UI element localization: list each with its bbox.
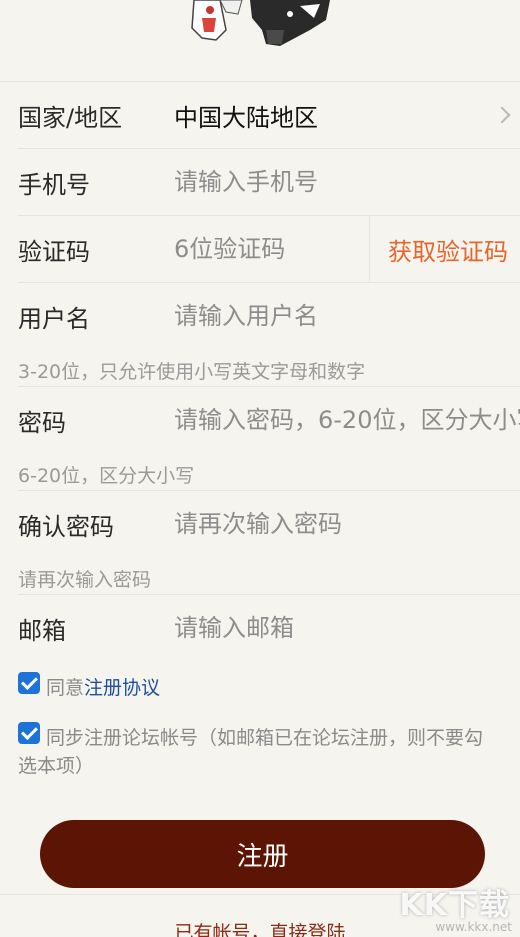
- username-label: 用户名: [18, 304, 90, 333]
- password-hint: 6-20位，区分大小写: [18, 465, 195, 487]
- watermark-url: www.kkx.net: [435, 920, 512, 934]
- agreement-link[interactable]: 注册协议: [84, 677, 160, 699]
- confirm-label: 确认密码: [18, 512, 114, 541]
- username-row: 用户名: [0, 283, 520, 349]
- username-hint: 3-20位，只允许使用小写英文字母和数字: [18, 361, 366, 383]
- confirm-password-input[interactable]: [174, 491, 520, 557]
- register-button[interactable]: 注册: [40, 820, 485, 888]
- sync-forum-checkbox[interactable]: [18, 722, 40, 744]
- code-label: 验证码: [18, 237, 90, 266]
- phone-row: 手机号: [0, 149, 520, 215]
- password-row: 密码: [0, 387, 520, 453]
- code-separator: [369, 216, 370, 282]
- confirm-hint: 请再次输入密码: [18, 569, 152, 591]
- mascot-illustration: [191, 0, 330, 46]
- confirm-row: 确认密码: [0, 491, 520, 557]
- email-label: 邮箱: [18, 616, 66, 645]
- phone-input[interactable]: [174, 149, 520, 215]
- agree-prefix: 同意: [46, 677, 85, 699]
- code-input[interactable]: [174, 216, 368, 282]
- password-label: 密码: [18, 408, 66, 437]
- email-row: 邮箱: [0, 595, 520, 661]
- sync-text-line2: 选本项）: [18, 755, 95, 777]
- watermark-logo: KK下载: [399, 888, 510, 923]
- username-input[interactable]: [174, 283, 520, 349]
- region-row[interactable]: 国家/地区 中国大陆地区: [0, 82, 520, 148]
- agree-text: 同意注册协议: [46, 674, 160, 702]
- chevron-right-icon: [493, 106, 511, 124]
- phone-label: 手机号: [18, 170, 90, 199]
- password-input[interactable]: [174, 387, 520, 453]
- get-code-button[interactable]: 获取验证码: [388, 232, 508, 267]
- sync-text-line1: 同步注册论坛帐号（如邮箱已在论坛注册，则不要勾: [46, 727, 484, 749]
- email-input[interactable]: [174, 595, 520, 661]
- agree-checkbox[interactable]: [18, 672, 40, 694]
- region-value: 中国大陆地区: [174, 103, 318, 132]
- region-label: 国家/地区: [18, 103, 123, 132]
- code-row: 验证码 获取验证码: [0, 216, 520, 282]
